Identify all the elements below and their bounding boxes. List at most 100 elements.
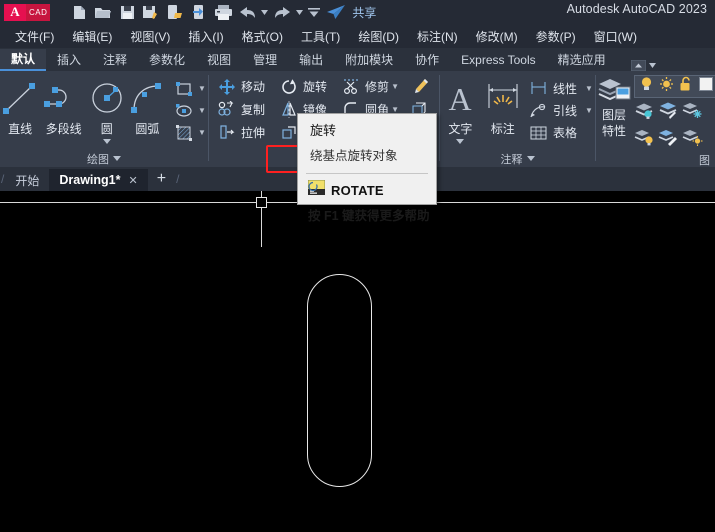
layers-panel-title[interactable]: 图 <box>596 152 714 168</box>
autocad-window: A CAD 共享 Autodesk AutoCAD 2023 文件(F) 编辑(… <box>0 0 715 532</box>
ribbon-tab-home[interactable]: 默认 <box>0 49 47 71</box>
save-as-icon[interactable] <box>140 2 162 22</box>
ribbon-tab-parametric[interactable]: 参数化 <box>138 49 196 71</box>
layer-thaw-all-icon[interactable] <box>682 128 703 152</box>
autodesk-logo-icon: A <box>4 3 26 21</box>
annotation-leader-dropdown-icon[interactable]: ▼ <box>583 106 595 115</box>
layer-color-swatch-icon[interactable] <box>698 76 714 97</box>
menu-edit[interactable]: 编辑(E) <box>63 26 121 47</box>
new-tab-button[interactable]: + <box>148 170 175 188</box>
draw-line-button[interactable]: 直线 <box>0 75 40 137</box>
ribbon-tab-express-tools[interactable]: Express Tools <box>450 49 546 71</box>
layer-make-current-icon[interactable] <box>658 101 679 125</box>
redo-dropdown-icon[interactable] <box>295 2 304 22</box>
share-label[interactable]: 共享 <box>352 4 376 21</box>
menu-dimension[interactable]: 标注(N) <box>408 26 467 47</box>
open-from-web-icon[interactable] <box>188 2 210 22</box>
modify-move-label[interactable]: 移动 <box>241 78 265 95</box>
draw-circle-dropdown-icon[interactable] <box>102 139 111 144</box>
rotate-icon[interactable] <box>277 78 301 95</box>
draw-panel-title[interactable]: 绘图 <box>0 150 208 167</box>
draw-hatch-dropdown-icon[interactable]: ▼ <box>196 128 208 137</box>
annotation-dimension-button[interactable]: 标注 <box>481 75 525 137</box>
draw-rectangle-button[interactable]: ▼ <box>172 78 208 99</box>
layer-unlock-icon[interactable] <box>679 76 693 97</box>
ribbon-tab-annotate[interactable]: 注释 <box>92 49 138 71</box>
draw-polyline-button[interactable]: 多段线 <box>40 75 86 137</box>
svg-text:A: A <box>449 81 472 116</box>
draw-ellipse-button[interactable]: ▼ <box>172 100 208 121</box>
close-icon[interactable]: ✕ <box>129 174 138 187</box>
copy-icon[interactable] <box>215 101 239 118</box>
ribbon-tab-collaborate[interactable]: 协作 <box>404 49 450 71</box>
menu-insert[interactable]: 插入(I) <box>179 26 232 47</box>
annotation-dimension-label: 标注 <box>490 122 515 136</box>
ribbon-tab-insert[interactable]: 插入 <box>46 49 92 71</box>
annotation-table-button[interactable]: 表格 <box>527 122 595 143</box>
menu-draw[interactable]: 绘图(D) <box>349 26 408 47</box>
menu-file[interactable]: 文件(F) <box>6 26 63 47</box>
ribbon-tab-manage[interactable]: 管理 <box>242 49 288 71</box>
menu-modify[interactable]: 修改(M) <box>467 26 527 47</box>
draw-circle-button[interactable]: 圆 <box>87 75 127 144</box>
layer-on-bulb-icon[interactable] <box>639 76 654 97</box>
modify-trim-dropdown-icon[interactable]: ▼ <box>389 82 401 91</box>
menu-view[interactable]: 视图(V) <box>121 26 179 47</box>
layer-properties-label-2: 特性 <box>601 124 626 138</box>
annotation-linear-dropdown-icon[interactable]: ▼ <box>583 84 595 93</box>
dimension-icon <box>483 77 523 119</box>
customize-qat-icon[interactable] <box>306 2 322 22</box>
slot-shape[interactable] <box>307 274 372 487</box>
modify-rotate-label[interactable]: 旋转 <box>303 78 327 95</box>
draw-rectangle-dropdown-icon[interactable]: ▼ <box>196 84 208 93</box>
layer-isolate-icon[interactable] <box>634 101 655 125</box>
doc-tab-drawing1[interactable]: Drawing1* ✕ <box>49 169 148 191</box>
draw-hatch-button[interactable]: ▼ <box>172 122 208 143</box>
layer-properties-button[interactable]: 图层 特性 <box>596 73 632 139</box>
open-file-icon[interactable] <box>92 2 114 22</box>
annotation-text-button[interactable]: A 文字 <box>440 75 481 144</box>
ribbon-tab-view[interactable]: 视图 <box>196 49 242 71</box>
annotation-panel-expand-icon[interactable] <box>526 156 535 161</box>
ribbon-tab-addins[interactable]: 附加模块 <box>334 49 404 71</box>
ribbon-tab-output[interactable]: 输出 <box>288 49 334 71</box>
draw-panel-expand-icon[interactable] <box>113 156 121 161</box>
annotation-leader-button[interactable]: 引线 ▼ <box>527 100 595 121</box>
modify-copy-label[interactable]: 复制 <box>241 101 265 118</box>
modify-trim-label[interactable]: 修剪 <box>365 78 389 95</box>
collapse-ribbon-icon <box>630 60 646 71</box>
annotation-linear-button[interactable]: 线性 ▼ <box>527 78 595 99</box>
layer-off-icon[interactable] <box>634 128 655 152</box>
erase-icon[interactable] <box>407 78 431 95</box>
undo-icon[interactable] <box>236 2 258 22</box>
layer-properties-label-1: 图层 <box>601 108 626 122</box>
menu-tools[interactable]: 工具(T) <box>292 26 349 47</box>
annotation-panel-title[interactable]: 注释 <box>440 150 595 167</box>
trim-icon[interactable] <box>339 78 363 95</box>
share-icon[interactable] <box>324 2 348 22</box>
save-icon[interactable] <box>116 2 138 22</box>
save-to-web-icon[interactable] <box>164 2 186 22</box>
plot-icon[interactable] <box>212 2 234 22</box>
redo-icon[interactable] <box>271 2 293 22</box>
ribbon-tab-featured-apps[interactable]: 精选应用 <box>547 49 617 71</box>
move-icon[interactable] <box>215 78 239 95</box>
ribbon-collapse-control[interactable] <box>630 60 656 71</box>
doc-tab-start[interactable]: 开始 <box>5 169 49 191</box>
new-file-icon[interactable] <box>68 2 90 22</box>
menu-format[interactable]: 格式(O) <box>233 26 292 47</box>
menu-window[interactable]: 窗口(W) <box>585 26 646 47</box>
layer-freeze-icon[interactable] <box>682 101 703 125</box>
drawing-canvas[interactable] <box>0 191 715 532</box>
undo-dropdown-icon[interactable] <box>260 2 269 22</box>
ribbon-panel-draw: 直线 多段线 圆 圆弧 ▼ ▼ ▼ 绘图 <box>0 71 208 167</box>
annotation-text-dropdown-icon[interactable] <box>456 139 465 144</box>
layer-match-icon[interactable] <box>658 128 679 152</box>
menu-parametric[interactable]: 参数(P) <box>527 26 585 47</box>
draw-arc-button[interactable]: 圆弧 <box>127 75 168 137</box>
tab-separator-right: / <box>176 172 180 186</box>
stretch-icon[interactable] <box>215 124 239 141</box>
draw-ellipse-dropdown-icon[interactable]: ▼ <box>196 106 208 115</box>
modify-stretch-label[interactable]: 拉伸 <box>241 124 265 141</box>
layer-thaw-sun-icon[interactable] <box>659 76 674 97</box>
